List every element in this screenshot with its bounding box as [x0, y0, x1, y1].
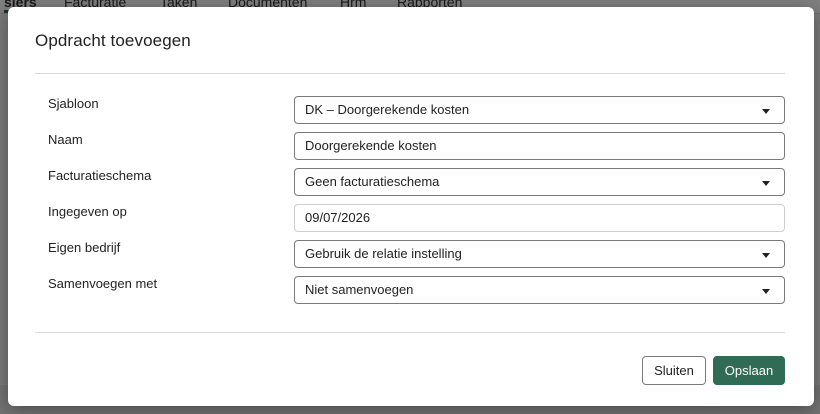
template-select[interactable]: DK – Doorgerekende kosten	[294, 96, 785, 124]
billing-schedule-value: Geen facturatieschema	[305, 174, 440, 189]
name-label: Naam	[48, 132, 83, 147]
header-divider	[35, 73, 785, 74]
dialog-title: Opdracht toevoegen	[35, 31, 191, 50]
close-button[interactable]: Sluiten	[642, 356, 706, 385]
form-row-name: Naam Doorgerekende kosten	[48, 132, 785, 160]
save-button[interactable]: Opslaan	[713, 356, 785, 385]
merge-with-value: Niet samenvoegen	[305, 282, 414, 297]
entered-on-field[interactable]: 09/07/2026	[294, 204, 785, 232]
name-value: Doorgerekende kosten	[305, 138, 437, 153]
own-company-value: Gebruik de relatie instelling	[305, 246, 462, 261]
own-company-label: Eigen bedrijf	[48, 240, 121, 255]
merge-with-label: Samenvoegen met	[48, 276, 158, 291]
name-input[interactable]: Doorgerekende kosten	[294, 132, 785, 160]
own-company-select[interactable]: Gebruik de relatie instelling	[294, 240, 785, 268]
chevron-down-icon	[762, 253, 770, 258]
template-label: Sjabloon	[48, 96, 99, 111]
template-value: DK – Doorgerekende kosten	[305, 102, 470, 117]
entered-on-value: 09/07/2026	[305, 210, 371, 225]
chevron-down-icon	[762, 109, 770, 114]
form-row-template: Sjabloon DK – Doorgerekende kosten	[48, 96, 785, 124]
billing-schedule-select[interactable]: Geen facturatieschema	[294, 168, 785, 196]
chevron-down-icon	[762, 289, 770, 294]
form-row-merge-with: Samenvoegen met Niet samenvoegen	[48, 276, 785, 304]
footer-divider	[35, 332, 785, 333]
entered-on-label: Ingegeven op	[48, 204, 127, 219]
billing-schedule-label: Facturatieschema	[48, 168, 152, 183]
form-row-own-company: Eigen bedrijf Gebruik de relatie instell…	[48, 240, 785, 268]
form-row-entered-on: Ingegeven op 09/07/2026	[48, 204, 785, 232]
merge-with-select[interactable]: Niet samenvoegen	[294, 276, 785, 304]
add-assignment-dialog: Opdracht toevoegen Sjabloon DK – Doorger…	[8, 7, 814, 406]
chevron-down-icon	[762, 181, 770, 186]
form-row-billing-schedule: Facturatieschema Geen facturatieschema	[48, 168, 785, 196]
